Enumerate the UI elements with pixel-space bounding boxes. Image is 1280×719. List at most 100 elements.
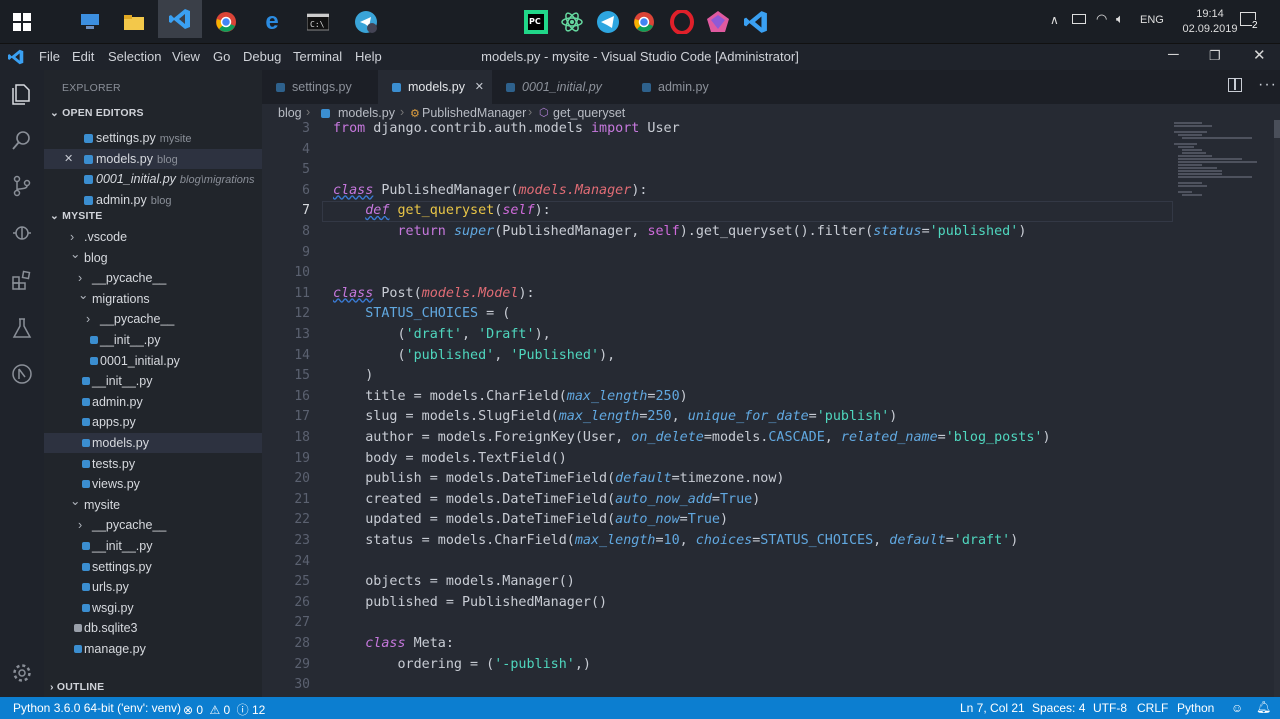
tree-item[interactable]: models.py (44, 433, 262, 453)
split-editor-icon[interactable] (1228, 78, 1242, 92)
code-line[interactable]: title = models.CharField(max_length=250) (333, 387, 688, 408)
minimap[interactable] (1172, 120, 1280, 200)
file-explorer-icon[interactable] (118, 6, 150, 38)
tree-item[interactable]: settings.py (44, 557, 262, 577)
breadcrumb-blog[interactable]: blog (278, 106, 302, 120)
cursor-position[interactable]: Ln 7, Col 21 (960, 701, 1025, 715)
code-line[interactable]: created = models.DateTimeField(auto_now_… (333, 490, 760, 511)
settings-gear-icon[interactable] (8, 659, 36, 687)
tree-item[interactable]: ⌄ migrations (44, 288, 262, 309)
remote-icon[interactable] (8, 360, 36, 388)
vscode-pinned-icon[interactable] (740, 6, 772, 38)
clock[interactable]: 19:14 02.09.2019 (1180, 7, 1240, 37)
breadcrumb-method[interactable]: get_queryset (553, 106, 625, 120)
more-actions-icon[interactable]: ··· (1258, 76, 1277, 94)
tray-chevron-icon[interactable]: ∧ (1050, 13, 1059, 27)
code-line[interactable]: status = models.CharField(max_length=10,… (333, 531, 1018, 552)
code-line[interactable]: class Post(models.Model): (333, 284, 535, 305)
tree-item[interactable]: wsgi.py (44, 598, 262, 618)
breadcrumb-class[interactable]: PublishedManager (422, 106, 526, 120)
tree-item[interactable]: › __pycache__ (44, 309, 262, 329)
tree-item[interactable]: › __pycache__ (44, 268, 262, 288)
vscode-taskbar-icon[interactable] (158, 0, 202, 38)
code-line[interactable]: publish = models.DateTimeField(default=t… (333, 469, 784, 490)
close-tab-icon[interactable]: ✕ (475, 70, 484, 104)
tab-0001-initial-py[interactable]: 0001_initial.py (492, 70, 628, 104)
tab-admin-py[interactable]: admin.py (628, 70, 736, 104)
tree-item[interactable]: ⌄ blog (44, 247, 262, 268)
tree-item[interactable]: ⌄ mysite (44, 494, 262, 515)
test-flask-icon[interactable] (8, 314, 36, 342)
code-line[interactable]: STATUS_CHOICES = ( (333, 304, 510, 325)
search-icon[interactable] (8, 126, 36, 154)
python-interpreter[interactable]: Python 3.6.0 64-bit ('env': venv) (13, 701, 181, 715)
indentation[interactable]: Spaces: 4 (1032, 701, 1085, 715)
open-editor-item[interactable]: settings.py mysite (44, 128, 262, 148)
language-mode[interactable]: Python (1177, 701, 1214, 715)
chrome-icon-2[interactable] (628, 6, 660, 38)
open-editor-item[interactable]: admin.py blog (44, 190, 262, 210)
tree-item[interactable]: __init__.py (44, 330, 262, 350)
source-control-icon[interactable] (8, 172, 36, 200)
extensions-icon[interactable] (8, 266, 36, 294)
problems-indicator[interactable]: ⊗ 0 ⚠ 0 ⓘ 12 (183, 701, 265, 718)
breadcrumb-file[interactable]: models.py (338, 106, 395, 120)
tree-item[interactable]: › __pycache__ (44, 515, 262, 535)
opera-icon[interactable] (666, 6, 698, 38)
tab-models-py[interactable]: models.py ✕ (378, 70, 492, 104)
telegram-badge-icon[interactable] (350, 6, 382, 38)
folder-header[interactable]: ⌄ MYSITE (50, 210, 102, 222)
tree-item[interactable]: __init__.py (44, 371, 262, 391)
tree-item[interactable]: __init__.py (44, 536, 262, 556)
terminal-icon[interactable]: C:\ (302, 6, 334, 38)
code-editor[interactable]: 3 from django.contrib.auth.models import … (262, 120, 1280, 697)
code-line[interactable]: def get_queryset(self): (333, 201, 550, 222)
code-line[interactable]: author = models.ForeignKey(User, on_dele… (333, 428, 1050, 449)
tree-item[interactable]: admin.py (44, 392, 262, 412)
code-line[interactable]: class Meta: (333, 634, 454, 655)
tree-item[interactable]: db.sqlite3 (44, 618, 262, 638)
code-line[interactable]: ordering = ('-publish',) (333, 655, 591, 676)
outline-header[interactable]: › OUTLINE (50, 681, 104, 693)
line-ending[interactable]: CRLF (1137, 701, 1168, 715)
edge-icon[interactable]: e (256, 6, 288, 38)
code-line[interactable]: from django.contrib.auth.models import U… (333, 120, 680, 140)
code-line[interactable]: class PublishedManager(models.Manager): (333, 181, 647, 202)
desktop-pc-icon[interactable] (74, 6, 106, 38)
open-editor-item[interactable]: ✕ models.py blog (44, 148, 262, 169)
editor-scrollbar[interactable] (1274, 120, 1280, 697)
close-window-icon[interactable]: ✕ (1253, 46, 1266, 64)
chrome-icon[interactable] (210, 6, 242, 38)
pycharm-icon[interactable]: PC (520, 6, 552, 38)
telegram-icon[interactable] (592, 6, 624, 38)
tree-item[interactable]: urls.py (44, 577, 262, 597)
close-editor-icon[interactable]: ✕ (64, 149, 73, 169)
code-line[interactable]: body = models.TextField() (333, 449, 567, 470)
open-editor-item[interactable]: 0001_initial.py blog\migrations (44, 169, 262, 189)
gem-app-icon[interactable] (702, 6, 734, 38)
code-line[interactable]: ) (333, 366, 373, 387)
encoding[interactable]: UTF-8 (1093, 701, 1127, 715)
code-line[interactable]: objects = models.Manager() (333, 572, 575, 593)
open-editors-header[interactable]: ⌄ OPEN EDITORS (50, 107, 144, 119)
windows-start-icon[interactable] (6, 6, 38, 38)
debug-icon[interactable] (8, 218, 36, 246)
code-line[interactable]: updated = models.DateTimeField(auto_now=… (333, 510, 728, 531)
tree-item[interactable]: manage.py (44, 639, 262, 659)
volume-icon[interactable]: 🔈︎ (1116, 11, 1124, 27)
code-line[interactable]: ('draft', 'Draft'), (333, 325, 550, 346)
scrollbar-thumb[interactable] (1274, 120, 1280, 138)
notification-bell-icon[interactable]: 🔔︎ (1256, 700, 1271, 714)
tree-item[interactable]: 0001_initial.py (44, 351, 262, 371)
tab-settings-py[interactable]: settings.py (262, 70, 378, 104)
code-line[interactable]: published = PublishedManager() (333, 593, 607, 614)
restore-icon[interactable]: ❐ (1209, 48, 1221, 64)
language-indicator[interactable]: ENG (1140, 14, 1164, 26)
battery-icon[interactable] (1072, 14, 1086, 24)
wifi-icon[interactable]: ◠ (1096, 11, 1107, 27)
feedback-icon[interactable]: ☺ (1231, 701, 1243, 715)
atom-icon[interactable] (556, 6, 588, 38)
tree-item[interactable]: tests.py (44, 454, 262, 474)
explorer-icon[interactable] (8, 80, 36, 108)
code-line[interactable]: return super(PublishedManager, self).get… (333, 222, 1027, 243)
